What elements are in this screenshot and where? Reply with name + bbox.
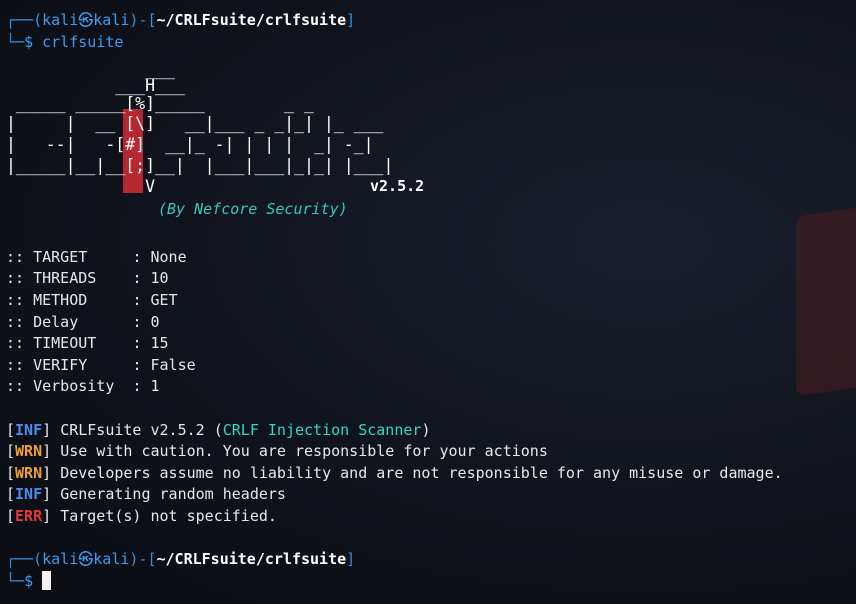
command-text: crlfsuite	[42, 32, 124, 51]
banner-red-stripe	[123, 109, 143, 194]
banner-ascii-line: |_____|__|__[;]__| |___|___|_|_| |___|	[6, 156, 394, 176]
log-tag-inf: INF	[15, 420, 43, 439]
prompt-line-bottom: ┌──(kali㉿kali)-[~/CRLFsuite/crlfsuite]	[6, 550, 356, 569]
banner-ascii-line: | --| -[#] __|_ -| | | | _| -_|	[6, 135, 374, 155]
banner-ascii-line: _____ _____[%]_____ _ _	[6, 94, 314, 114]
prompt-symbol: $	[24, 32, 34, 51]
input-line[interactable]: └─$	[6, 570, 852, 593]
prompt-at-icon: ㉿	[78, 11, 94, 29]
config-row: :: Verbosity : 1	[6, 377, 160, 396]
log-line: [INF] CRLFsuite v2.5.2 (CRLF Injection S…	[6, 420, 431, 439]
log-line: [WRN] Developers assume no liability and…	[6, 463, 783, 482]
config-row: :: METHOD : GET	[6, 290, 178, 309]
scanner-name: CRLF Injection Scanner	[222, 420, 422, 439]
log-tag-inf: INF	[15, 485, 43, 504]
terminal-window[interactable]: ┌──(kali㉿kali)-[~/CRLFsuite/crlfsuite] └…	[6, 10, 852, 592]
log-line: [WRN] Use with caution. You are responsi…	[6, 442, 548, 461]
log-tag-wrn: WRN	[15, 442, 43, 461]
prompt-path: ~/CRLFsuite/crlfsuite	[156, 11, 347, 29]
banner-version: v2.5.2	[370, 177, 425, 196]
config-row: :: VERIFY : False	[6, 355, 196, 374]
log-tag-wrn: WRN	[15, 463, 43, 482]
config-row: :: THREADS : 10	[6, 269, 169, 288]
prompt-host: kali	[93, 11, 130, 29]
prompt-at-icon: ㉿	[78, 550, 94, 569]
log-line: [ERR] Target(s) not specified.	[6, 506, 277, 525]
banner: ___ ___H___ _____ _____[%]_____ _ _ | | …	[6, 53, 852, 225]
prompt-line-top: ┌──(kali㉿kali)-[~/CRLFsuite/crlfsuite]	[6, 11, 356, 29]
config-row: :: TIMEOUT : 15	[6, 334, 169, 353]
cursor-block[interactable]	[42, 570, 52, 590]
command-line: └─$ crlfsuite	[6, 32, 124, 51]
banner-ascii-line: | | __ [\] __|___ _ _|_| |_ ___	[6, 114, 384, 134]
log-line: [INF] Generating random headers	[6, 485, 286, 504]
prompt-user: kali	[42, 11, 79, 29]
config-row: :: Delay : 0	[6, 312, 160, 331]
config-row: :: TARGET : None	[6, 247, 187, 266]
log-tag-err: ERR	[15, 506, 43, 525]
banner-credit: (By Nefcore Security)	[158, 200, 348, 219]
